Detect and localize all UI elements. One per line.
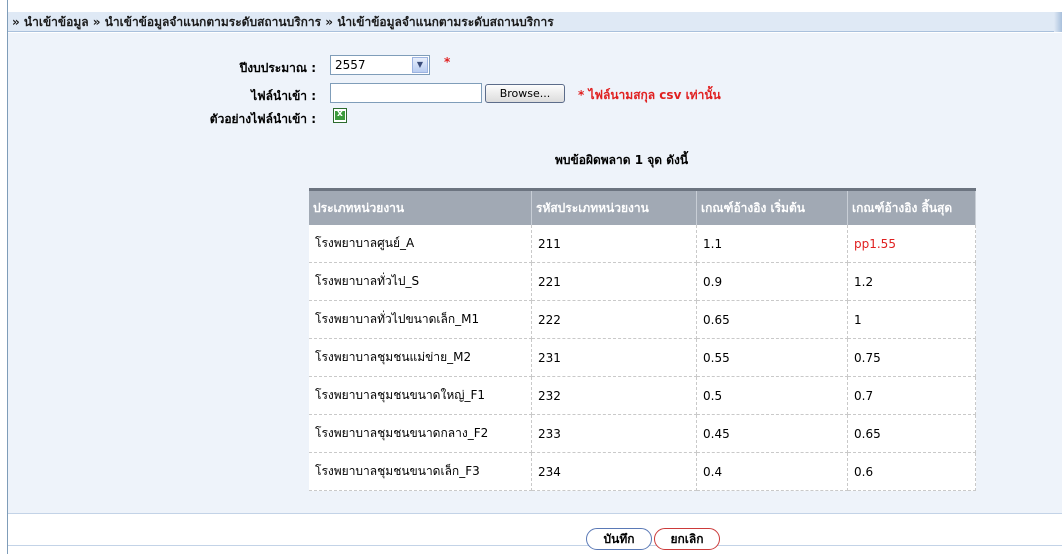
column-header: ประเภทหน่วยงาน: [309, 188, 532, 225]
table-row: โรงพยาบาลชุมชนแม่ข่าย_M2 231 0.55 0.75: [309, 338, 976, 377]
table-row: โรงพยาบาลศูนย์_A 211 1.1 pp1.55: [309, 225, 976, 263]
year-select-value: 2557: [335, 58, 366, 72]
table-cell: 234: [531, 452, 697, 491]
table-cell: โรงพยาบาลทั่วไป_S: [309, 262, 532, 301]
table-row: โรงพยาบาลทั่วไป_S 221 0.9 1.2: [309, 262, 976, 301]
year-select[interactable]: 2557 ▼: [330, 55, 430, 75]
table-row: โรงพยาบาลชุมชนขนาดกลาง_F2 233 0.45 0.65: [309, 414, 976, 453]
save-button[interactable]: บันทึก: [586, 528, 652, 550]
table-row: โรงพยาบาลชุมชนขนาดเล็ก_F3 234 0.4 0.6: [309, 452, 976, 491]
table-cell: 221: [531, 262, 697, 301]
table-cell: โรงพยาบาลศูนย์_A: [309, 225, 532, 263]
file-label: ไฟล์นำเข้า :: [251, 89, 316, 103]
table-row: โรงพยาบาลทั่วไปขนาดเล็ก_M1 222 0.65 1: [309, 300, 976, 339]
chevron-down-icon[interactable]: ▼: [412, 57, 428, 73]
table-cell: 0.6: [847, 452, 976, 491]
table-cell: 0.75: [847, 338, 976, 377]
table-cell: 0.65: [847, 414, 976, 453]
table-cell-error: pp1.55: [847, 225, 976, 263]
table-cell: 0.7: [847, 376, 976, 415]
table-cell: 222: [531, 300, 697, 339]
file-path-input[interactable]: [330, 83, 482, 103]
cancel-button[interactable]: ยกเลิก: [654, 528, 720, 550]
breadcrumb-text: » นำเข้าข้อมูล » นำเข้าข้อมูลจำแนกตามระด…: [12, 15, 554, 29]
sample-file-label: ตัวอย่างไฟล์นำเข้า :: [209, 112, 316, 126]
column-header: เกณฑ์อ้างอิง สิ้นสุด: [847, 188, 976, 225]
table-cell: 233: [531, 414, 697, 453]
browse-button[interactable]: Browse...: [485, 84, 565, 103]
table-cell: 231: [531, 338, 697, 377]
table-row: โรงพยาบาลชุมชนขนาดใหญ่_F1 232 0.5 0.7: [309, 376, 976, 415]
table-cell: 0.4: [696, 452, 848, 491]
year-label: ปีงบประมาณ :: [239, 61, 316, 75]
table-cell: 1.1: [696, 225, 848, 263]
table-cell: โรงพยาบาลชุมชนขนาดเล็ก_F3: [309, 452, 532, 491]
required-mark: *: [444, 55, 451, 69]
table-cell: 211: [531, 225, 697, 263]
table-cell: โรงพยาบาลชุมชนขนาดกลาง_F2: [309, 414, 532, 453]
table-cell: โรงพยาบาลชุมชนขนาดใหญ่_F1: [309, 376, 532, 415]
excel-file-icon[interactable]: [333, 108, 347, 123]
table-cell: 1.2: [847, 262, 976, 301]
breadcrumb: » นำเข้าข้อมูล » นำเข้าข้อมูลจำแนกตามระด…: [8, 12, 1062, 32]
table-header-row: ประเภทหน่วยงาน รหัสประเภทหน่วยงาน เกณฑ์อ…: [309, 188, 976, 225]
table-cell: โรงพยาบาลทั่วไปขนาดเล็ก_M1: [309, 300, 532, 339]
column-header: รหัสประเภทหน่วยงาน: [531, 188, 697, 225]
table-cell: โรงพยาบาลชุมชนแม่ข่าย_M2: [309, 338, 532, 377]
table-cell: 0.55: [696, 338, 848, 377]
footer-divider: [8, 545, 1062, 546]
table-cell: 232: [531, 376, 697, 415]
table-cell: 0.65: [696, 300, 848, 339]
column-header: เกณฑ์อ้างอิง เริ่มต้น: [696, 188, 848, 225]
error-summary: พบข้อผิดพลาด 1 จุด ดังนี้: [555, 153, 689, 167]
table-cell: 0.45: [696, 414, 848, 453]
table-cell: 1: [847, 300, 976, 339]
table-cell: 0.5: [696, 376, 848, 415]
error-table: ประเภทหน่วยงาน รหัสประเภทหน่วยงาน เกณฑ์อ…: [309, 188, 976, 491]
file-type-note: * ไฟล์นามสกุล csv เท่านั้น: [578, 88, 721, 102]
table-cell: 0.9: [696, 262, 848, 301]
breadcrumb-corner: [1054, 12, 1062, 32]
